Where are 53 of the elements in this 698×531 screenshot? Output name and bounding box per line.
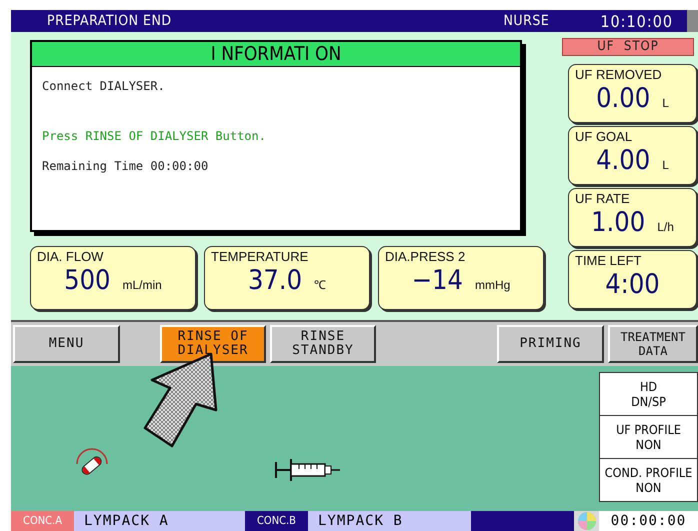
readout-card[interactable]: DIA. FLOW 500 mL/min (30, 246, 196, 310)
screen-title: PREPARATION END (47, 13, 172, 29)
message-text: Connect DIALYSER. (42, 79, 166, 93)
concentrate-tag: CONC.A (11, 511, 74, 531)
profile-value: DN/SP (631, 394, 666, 409)
function-button[interactable]: TREATMENT DATA (608, 325, 698, 363)
readout-label: TEMPERATURE (211, 249, 310, 264)
readout-card[interactable]: TIME LEFT 4:00 (568, 250, 697, 309)
unit-label: L/h (657, 220, 674, 234)
gauge-icon[interactable] (74, 448, 110, 478)
unit-label: L (662, 96, 669, 110)
readout-card[interactable]: UF RATE 1.00 L/h (568, 188, 697, 247)
function-button[interactable]: RINSE OF DIALYSER (160, 325, 266, 363)
user-label: NURSE (504, 13, 550, 29)
profile-title: COND. PROFILE (604, 465, 692, 480)
readout-value: 0.00 (596, 83, 650, 114)
readout-label: DIA.PRESS 2 (385, 249, 466, 264)
concentrate-tag: CONC.B (245, 511, 308, 531)
function-button[interactable]: PRIMING (497, 325, 604, 363)
readout-card[interactable]: UF GOAL 4.00 L (568, 126, 697, 185)
readout-label: TIME LEFT (575, 253, 642, 268)
readout-value: 4:00 (605, 269, 660, 300)
readout-label: UF RATE (575, 191, 631, 206)
readout-value: 1.00 (591, 207, 646, 238)
message-text: Remaining Time 00:00:00 (42, 159, 210, 173)
syringe-icon[interactable] (275, 458, 341, 482)
readout-label: UF REMOVED (575, 67, 663, 82)
profile-value: NON (636, 480, 662, 495)
readout-value: 37.0 (248, 265, 302, 296)
clock-time: 10:10:00 (600, 12, 673, 30)
profile-title: UF PROFILE (616, 422, 681, 437)
function-button[interactable]: MENU (13, 325, 120, 363)
readout-label: DIA. FLOW (37, 249, 104, 264)
unit-label: ℃ (314, 277, 326, 293)
concentrate-name: LYMPACK A (74, 511, 245, 531)
unit-label: L (662, 158, 669, 172)
readout-value: 500 (64, 265, 110, 296)
concentrate-name: LYMPACK B (308, 511, 471, 531)
readout-card[interactable]: DIA.PRESS 2 −14 mmHg (378, 246, 544, 310)
readout-value: −14 (412, 265, 463, 296)
profile-title: HD (640, 379, 658, 394)
readout-value: 4.00 (596, 145, 650, 176)
unit-label: mL/min (122, 278, 162, 292)
readout-card[interactable]: UF REMOVED 0.00 L (568, 64, 697, 123)
function-button[interactable]: RINSE STANDBY (270, 325, 376, 363)
unit-label: mmHg (474, 278, 510, 292)
readout-card[interactable]: TEMPERATURE 37.0 ℃ (204, 246, 370, 310)
color-wheel-icon (576, 511, 596, 531)
information-title: I NFORMATI ON (32, 42, 520, 67)
message-text: Press RINSE OF DIALYSER Button. (42, 129, 267, 143)
uf-status-indicator: UF STOP (562, 38, 694, 56)
readout-label: UF GOAL (575, 129, 634, 144)
profile-value: NON (636, 437, 662, 452)
